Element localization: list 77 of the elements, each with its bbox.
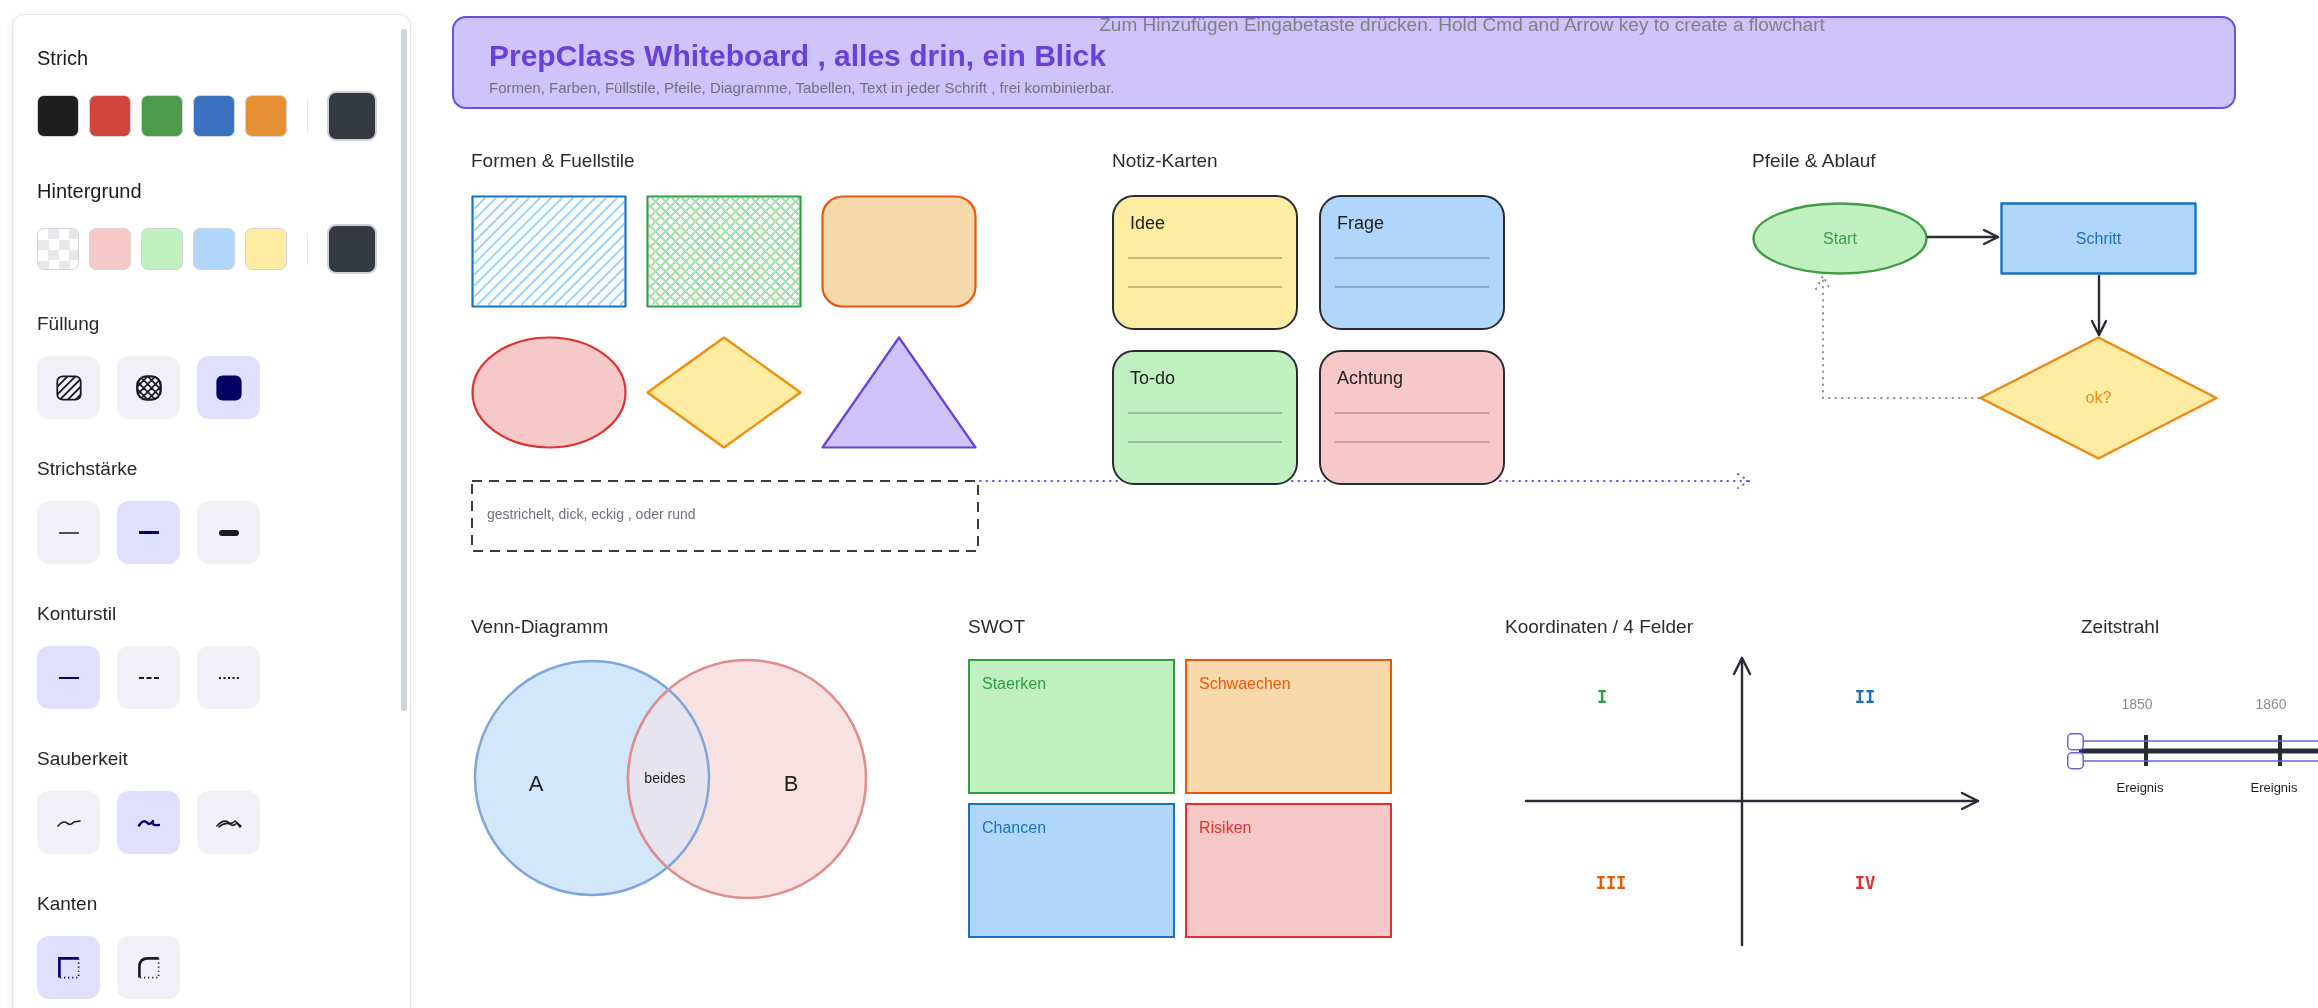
section-label: Sauberkeit [37, 747, 128, 771]
style-option-button[interactable] [197, 356, 260, 419]
section-label: Füllung [37, 312, 100, 336]
box-caption: gestrichelt, dick, eckig , oder rund [487, 505, 696, 523]
card-title: Frage [1337, 212, 1385, 234]
dotted-line-icon [218, 676, 239, 679]
style-option-button[interactable] [37, 936, 100, 999]
section-heading: Venn-Diagramm [471, 616, 609, 638]
quadrant-label: II [1854, 687, 1876, 707]
color-swatch[interactable] [89, 94, 131, 137]
hint-text: Zum Hinzufügen Eingabetaste drücken. Hold Cmd and Arrow key to create a flowchart [1099, 13, 1825, 37]
swot-label: Schwaechen [1199, 674, 1291, 694]
tick-mark [2278, 735, 2282, 766]
section-heading: Pfeile & Ablauf [1752, 150, 1876, 172]
card-title: To-do [1130, 367, 1176, 389]
crosshatched-square-icon [135, 374, 162, 401]
section-heading: Koordinaten / 4 Felder [1505, 616, 1693, 638]
section-label: Kanten [37, 892, 98, 916]
current-color-swatch[interactable] [327, 223, 377, 274]
color-swatch[interactable] [193, 227, 235, 270]
filled-square-icon [215, 374, 242, 401]
color-swatch[interactable] [89, 227, 131, 270]
style-option-button[interactable] [117, 356, 180, 419]
resize-handle[interactable] [2067, 752, 2084, 770]
section-heading: Notiz-Karten [1112, 150, 1218, 172]
event-label: Ereignis [2250, 780, 2298, 796]
medium-line-icon [138, 531, 159, 534]
section-heading: Zeitstrahl [2081, 616, 2160, 638]
arrow [2090, 274, 2108, 337]
swot-label: Chancen [982, 818, 1047, 838]
section-label: Strich [37, 46, 89, 70]
banner-title: PrepClass Whiteboard , alles drin, ein Blick [489, 38, 1106, 74]
hatched-square-icon [55, 374, 82, 401]
tick-mark [2144, 735, 2148, 766]
section-label: Konturstil [37, 602, 117, 626]
color-swatch[interactable] [245, 227, 287, 270]
style-option-button[interactable] [197, 501, 260, 564]
transparent-swatch[interactable] [37, 227, 79, 270]
color-swatch[interactable] [37, 94, 79, 137]
dashed-line-icon [138, 676, 159, 679]
style-option-button[interactable] [37, 356, 100, 419]
card-title: Achtung [1337, 367, 1404, 389]
resize-handle[interactable] [2067, 733, 2084, 751]
thick-line-icon [218, 529, 239, 536]
set-label: A [528, 771, 544, 797]
node-label: Schritt [2075, 228, 2122, 249]
style-option-button[interactable] [117, 936, 180, 999]
set-label: B [783, 771, 799, 797]
year-label: 1860 [2255, 695, 2287, 713]
swot-label: Risiken [1199, 818, 1252, 838]
event-label: Ereignis [2116, 780, 2164, 796]
swot-label: Staerken [982, 674, 1047, 694]
section-label: Hintergrund [37, 179, 142, 203]
round-corner-icon [136, 955, 161, 980]
sharp-corner-icon [56, 955, 81, 980]
quadrant-label: IV [1854, 873, 1876, 893]
current-color-swatch[interactable] [327, 90, 377, 141]
node-label: ok? [2085, 388, 2112, 408]
quadrant-label: III [1595, 873, 1627, 893]
squiggle-icon [56, 817, 81, 828]
section-heading: SWOT [968, 616, 1025, 638]
section-label: Strichstärke [37, 457, 138, 481]
solid-line-icon [58, 676, 79, 679]
quadrant-label: I [1596, 687, 1608, 707]
section-heading: Formen & Fuellstile [471, 150, 635, 172]
color-swatch[interactable] [141, 227, 183, 270]
thin-line-icon [58, 531, 79, 534]
banner-subtitle: Formen, Farben, Füllstile, Pfeile, Diagramme, Tabellen, Text in jeder Schrift , frei kombinierbar. [489, 79, 1115, 97]
card-title: Idee [1130, 212, 1166, 234]
color-swatch[interactable] [245, 94, 287, 137]
year-label: 1850 [2121, 695, 2153, 713]
color-swatch[interactable] [141, 94, 183, 137]
overlap-label: beides [644, 769, 686, 787]
scrollbar[interactable] [401, 29, 407, 711]
color-swatch[interactable] [193, 94, 235, 137]
bold-squiggle-icon [136, 817, 161, 828]
node-label: Start [1823, 228, 1857, 249]
